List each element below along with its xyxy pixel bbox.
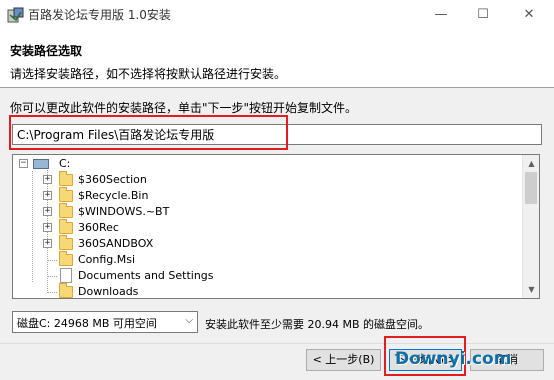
tree-item[interactable]: + 360SANDBOX	[13, 235, 518, 252]
installer-app-icon	[7, 7, 24, 23]
file-icon	[60, 268, 72, 283]
minimize-button[interactable]: —	[418, 0, 464, 30]
footer-divider	[0, 343, 554, 344]
tree-connector-line	[48, 260, 57, 261]
expand-icon[interactable]: +	[43, 239, 52, 248]
tree-item[interactable]: Downloads	[13, 283, 518, 298]
tree-item-label: 360SANDBOX	[78, 237, 154, 250]
expand-icon[interactable]: +	[43, 207, 52, 216]
tree-item-label: Config.Msi	[78, 253, 136, 266]
tree-item[interactable]: Config.Msi	[13, 251, 518, 268]
tree-item-label: Downloads	[78, 285, 139, 298]
cancel-button[interactable]: 取消	[470, 349, 544, 371]
tree-item-label: 360Rec	[78, 221, 119, 234]
tree-item-label: $Recycle.Bin	[78, 189, 149, 202]
tree-scrollbar[interactable]: ▲ ▼	[522, 155, 539, 298]
header-panel: 安装路径选取 请选择安装路径，如不选择将按默认路径进行安装。	[0, 30, 554, 88]
tree-item[interactable]: + $WINDOWS.~BT	[13, 203, 518, 220]
folder-icon	[59, 251, 73, 266]
tree-item-label: Documents and Settings	[78, 269, 214, 282]
maximize-button[interactable]: ☐	[460, 0, 506, 30]
folder-icon	[59, 171, 73, 186]
page-subtitle: 请选择安装路径，如不选择将按默认路径进行安装。	[10, 67, 287, 81]
tree-item[interactable]: + $Recycle.Bin	[13, 187, 518, 204]
folder-icon	[59, 235, 73, 250]
back-button[interactable]: < 上一步(B)	[306, 349, 381, 371]
expand-icon[interactable]: +	[43, 191, 52, 200]
title-bar: 百路发论坛专用版 1.0安装 — ☐ ✕	[0, 0, 554, 30]
install-path-input[interactable]	[12, 124, 542, 145]
folder-icon	[59, 283, 73, 298]
scroll-up-icon[interactable]: ▲	[523, 155, 539, 172]
folder-icon	[59, 203, 73, 218]
window-title: 百路发论坛专用版 1.0安装	[28, 8, 171, 22]
close-button[interactable]: ✕	[506, 0, 552, 30]
tree-item[interactable]: Documents and Settings	[13, 268, 518, 284]
tree-item[interactable]: + 360Rec	[13, 219, 518, 236]
scroll-thumb[interactable]	[525, 172, 537, 204]
drive-icon	[33, 159, 49, 169]
chevron-down-icon[interactable]: ⌵	[185, 315, 193, 326]
drive-select-value: 磁盘C: 24968 MB 可用空间	[17, 317, 157, 330]
instruction-text: 你可以更改此软件的安装路径，单击"下一步"按钮开始复制文件。	[10, 101, 358, 115]
collapse-icon[interactable]: −	[19, 159, 28, 168]
space-required-text: 安装此软件至少需要 20.94 MB 的磁盘空间。	[205, 318, 430, 331]
folder-icon	[59, 219, 73, 234]
expand-icon[interactable]: +	[43, 223, 52, 232]
folder-tree[interactable]: − C: + $360Section + $Recycle.Bin + $WIN…	[12, 154, 540, 299]
tree-connector-line	[48, 292, 57, 293]
tree-item-label: $360Section	[78, 173, 147, 186]
tree-connector-line	[48, 276, 57, 277]
tree-item[interactable]: + $360Section	[13, 171, 518, 188]
tree-item-label: $WINDOWS.~BT	[78, 205, 170, 218]
expand-icon[interactable]: +	[43, 175, 52, 184]
tree-root-label: C:	[59, 157, 71, 170]
folder-icon	[59, 187, 73, 202]
drive-select[interactable]: 磁盘C: 24968 MB 可用空间 ⌵	[12, 311, 198, 333]
scroll-down-icon[interactable]: ▼	[523, 281, 539, 298]
page-title: 安装路径选取	[10, 44, 83, 58]
next-button[interactable]: 下一步(N) >	[389, 349, 462, 371]
tree-root-row[interactable]: − C:	[13, 156, 518, 172]
